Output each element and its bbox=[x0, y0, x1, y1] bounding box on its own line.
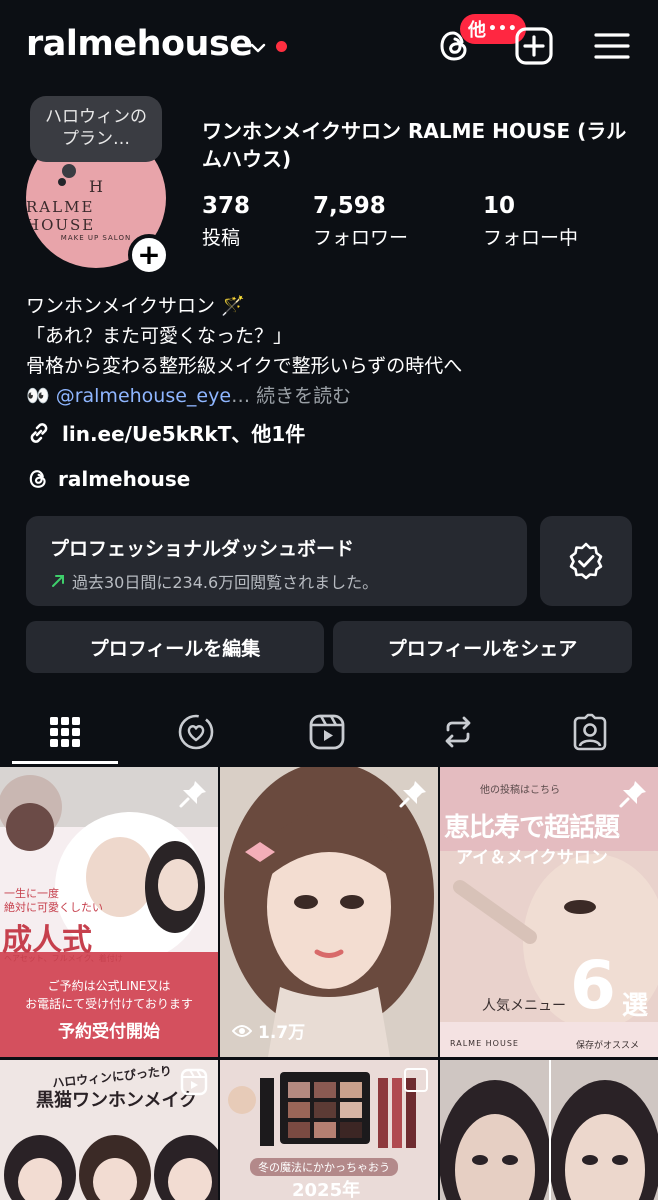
note-tail bbox=[62, 164, 76, 178]
profile-tabs bbox=[0, 700, 658, 764]
chevron-down-icon[interactable] bbox=[248, 38, 268, 58]
notification-dot bbox=[276, 41, 287, 52]
post-headline: 2025年 bbox=[292, 1180, 361, 1200]
post-tile[interactable]: 冬の魔法にかかっちゃおう 2025年 bbox=[220, 1060, 438, 1200]
post-text: 一生に一度 bbox=[4, 887, 59, 900]
tab-tagged[interactable] bbox=[531, 700, 649, 764]
edit-profile-button[interactable]: プロフィールを編集 bbox=[26, 621, 324, 673]
post-headline: 恵比寿で超話題 bbox=[444, 813, 620, 843]
post-text: RALME HOUSE bbox=[450, 1039, 519, 1048]
heart-circle-icon bbox=[178, 714, 214, 750]
stat-following[interactable]: 10 フォロー中 bbox=[483, 193, 578, 250]
post-tile[interactable]: 1.7万 bbox=[220, 767, 438, 1057]
verified-settings-button[interactable] bbox=[540, 516, 632, 606]
bio-line: 「あれ？また可愛くなった？」 bbox=[26, 325, 293, 347]
pin-icon bbox=[399, 781, 426, 808]
dashboard-subtitle: 過去30日間に234.6万回閲覧されました。 bbox=[72, 573, 379, 592]
tab-subscriptions[interactable] bbox=[137, 700, 255, 764]
bio-line-mention: 👀 @ralmehouse_eye… 続きを読む bbox=[26, 381, 646, 411]
carousel-icon bbox=[404, 1068, 428, 1092]
eye-icon bbox=[232, 1024, 252, 1037]
post-caption-2: ご予約は公式LINE又は お電話にて受け付けております bbox=[0, 977, 218, 1013]
tagged-person-icon bbox=[573, 713, 607, 751]
post-text: アイ＆メイクサロン bbox=[456, 848, 608, 868]
bio-link-text: lin.ee/Ue5kRkT、他1件 bbox=[62, 422, 306, 446]
grid-icon bbox=[50, 717, 80, 747]
stat-followers-label: フォロワー bbox=[313, 227, 409, 249]
stat-followers-count: 7,598 bbox=[313, 193, 386, 219]
link-icon bbox=[30, 422, 48, 443]
view-count: 1.7万 bbox=[232, 1018, 305, 1043]
tab-posts-grid[interactable] bbox=[6, 700, 124, 764]
dashboard-title: プロフェッショナルダッシュボード bbox=[50, 538, 355, 560]
create-post-icon[interactable] bbox=[514, 26, 554, 66]
add-story-button[interactable]: + bbox=[128, 234, 170, 276]
bio-line: ワンホンメイクサロン 🪄 bbox=[26, 295, 245, 317]
post-text: 絶対に可愛くしたい bbox=[4, 901, 103, 914]
post-text: お電話にて受け付けております bbox=[25, 997, 193, 1011]
post-tile[interactable]: 一生に一度 絶対に可愛くしたい 成人式 ヘアセット、フルメイク、着付け ご予約は… bbox=[0, 767, 218, 1057]
post-text: 選 bbox=[622, 991, 649, 1021]
post-text: ヘアセット、フルメイク、着付け bbox=[4, 954, 123, 963]
threads-profile-link[interactable]: ralmehouse bbox=[26, 467, 190, 491]
post-text: 保存がオススメ bbox=[576, 1041, 640, 1051]
post-number: 6 bbox=[570, 947, 616, 1024]
bio-line: 骨格から変わる整形級メイクで整形いらずの時代へ bbox=[26, 355, 463, 377]
post-caption-1: 一生に一度 絶対に可愛くしたい bbox=[4, 887, 103, 915]
top-bar: ralmehouse 他 ••• bbox=[0, 0, 658, 96]
stat-posts-label: 投稿 bbox=[202, 227, 241, 249]
badge-label: 他 bbox=[468, 20, 486, 41]
tab-reels[interactable] bbox=[268, 700, 386, 764]
note-tail-small bbox=[58, 178, 66, 186]
plus-icon: + bbox=[137, 238, 161, 271]
post-thumbnail-before-after bbox=[440, 1060, 658, 1200]
stat-following-count: 10 bbox=[483, 193, 516, 219]
profile-note-bubble[interactable]: ハロウィンの プラン… bbox=[30, 96, 162, 162]
post-text: 予約受付開始 bbox=[58, 1022, 160, 1042]
avatar-subtext: MAKE UP SALON bbox=[60, 233, 132, 242]
stat-following-label: フォロー中 bbox=[483, 227, 579, 249]
share-profile-button[interactable]: プロフィールをシェア bbox=[333, 621, 632, 673]
post-text: 冬の魔法にかかっちゃおう bbox=[250, 1158, 398, 1176]
post-headline: 黒猫ワンホンメイク bbox=[36, 1090, 198, 1111]
trend-up-icon bbox=[52, 575, 64, 587]
eyes-emoji: 👀 bbox=[26, 385, 56, 407]
verified-badge-icon bbox=[569, 542, 603, 580]
username-switcher[interactable]: ralmehouse bbox=[26, 24, 253, 64]
hamburger-menu-icon[interactable] bbox=[592, 26, 632, 66]
mention-link[interactable]: @ralmehouse_eye bbox=[56, 385, 231, 407]
stat-followers[interactable]: 7,598 フォロワー bbox=[313, 193, 408, 250]
reel-indicator-icon bbox=[180, 1068, 208, 1096]
avatar-brand: RALME HOUSE bbox=[26, 197, 96, 234]
read-more-link[interactable]: … 続きを読む bbox=[231, 385, 351, 407]
post-text: 人気メニュー bbox=[482, 998, 566, 1014]
post-tile[interactable] bbox=[440, 1060, 658, 1200]
pin-icon bbox=[619, 781, 646, 808]
reels-icon bbox=[309, 714, 345, 750]
avatar-monogram: H bbox=[89, 176, 103, 196]
view-count-text: 1.7万 bbox=[258, 1023, 306, 1043]
tab-reposts[interactable] bbox=[399, 700, 517, 764]
profile-full-name: ワンホンメイクサロン RALME HOUSE (ラルムハウス) bbox=[202, 119, 627, 171]
post-text: 他の投稿はこちら bbox=[480, 785, 560, 796]
profile-bio: ワンホンメイクサロン 🪄 「あれ？また可愛くなった？」 骨格から変わる整形級メイ… bbox=[26, 291, 646, 411]
threads-icon bbox=[29, 470, 46, 488]
pin-icon bbox=[179, 781, 206, 808]
dashboard-subtitle-row: 過去30日間に234.6万回閲覧されました。 bbox=[50, 569, 503, 593]
professional-dashboard-card[interactable]: プロフェッショナルダッシュボード 過去30日間に234.6万回閲覧されました。 bbox=[26, 516, 527, 606]
active-tab-indicator bbox=[12, 761, 118, 764]
post-tile[interactable]: 他の投稿はこちら 恵比寿で超話題 アイ＆メイクサロン 人気メニュー 6 選 RA… bbox=[440, 767, 658, 1057]
post-text: ご予約は公式LINE又は bbox=[47, 979, 171, 993]
bio-link[interactable]: lin.ee/Ue5kRkT、他1件 bbox=[26, 418, 305, 447]
post-tile[interactable]: ハロウィンにぴったり 黒猫ワンホンメイク bbox=[0, 1060, 218, 1200]
threads-handle: ralmehouse bbox=[58, 467, 191, 491]
stat-posts-count: 378 bbox=[202, 193, 251, 219]
stat-posts[interactable]: 378 投稿 bbox=[202, 193, 250, 250]
repost-icon bbox=[445, 716, 471, 748]
note-text: ハロウィンの プラン… bbox=[45, 107, 147, 149]
